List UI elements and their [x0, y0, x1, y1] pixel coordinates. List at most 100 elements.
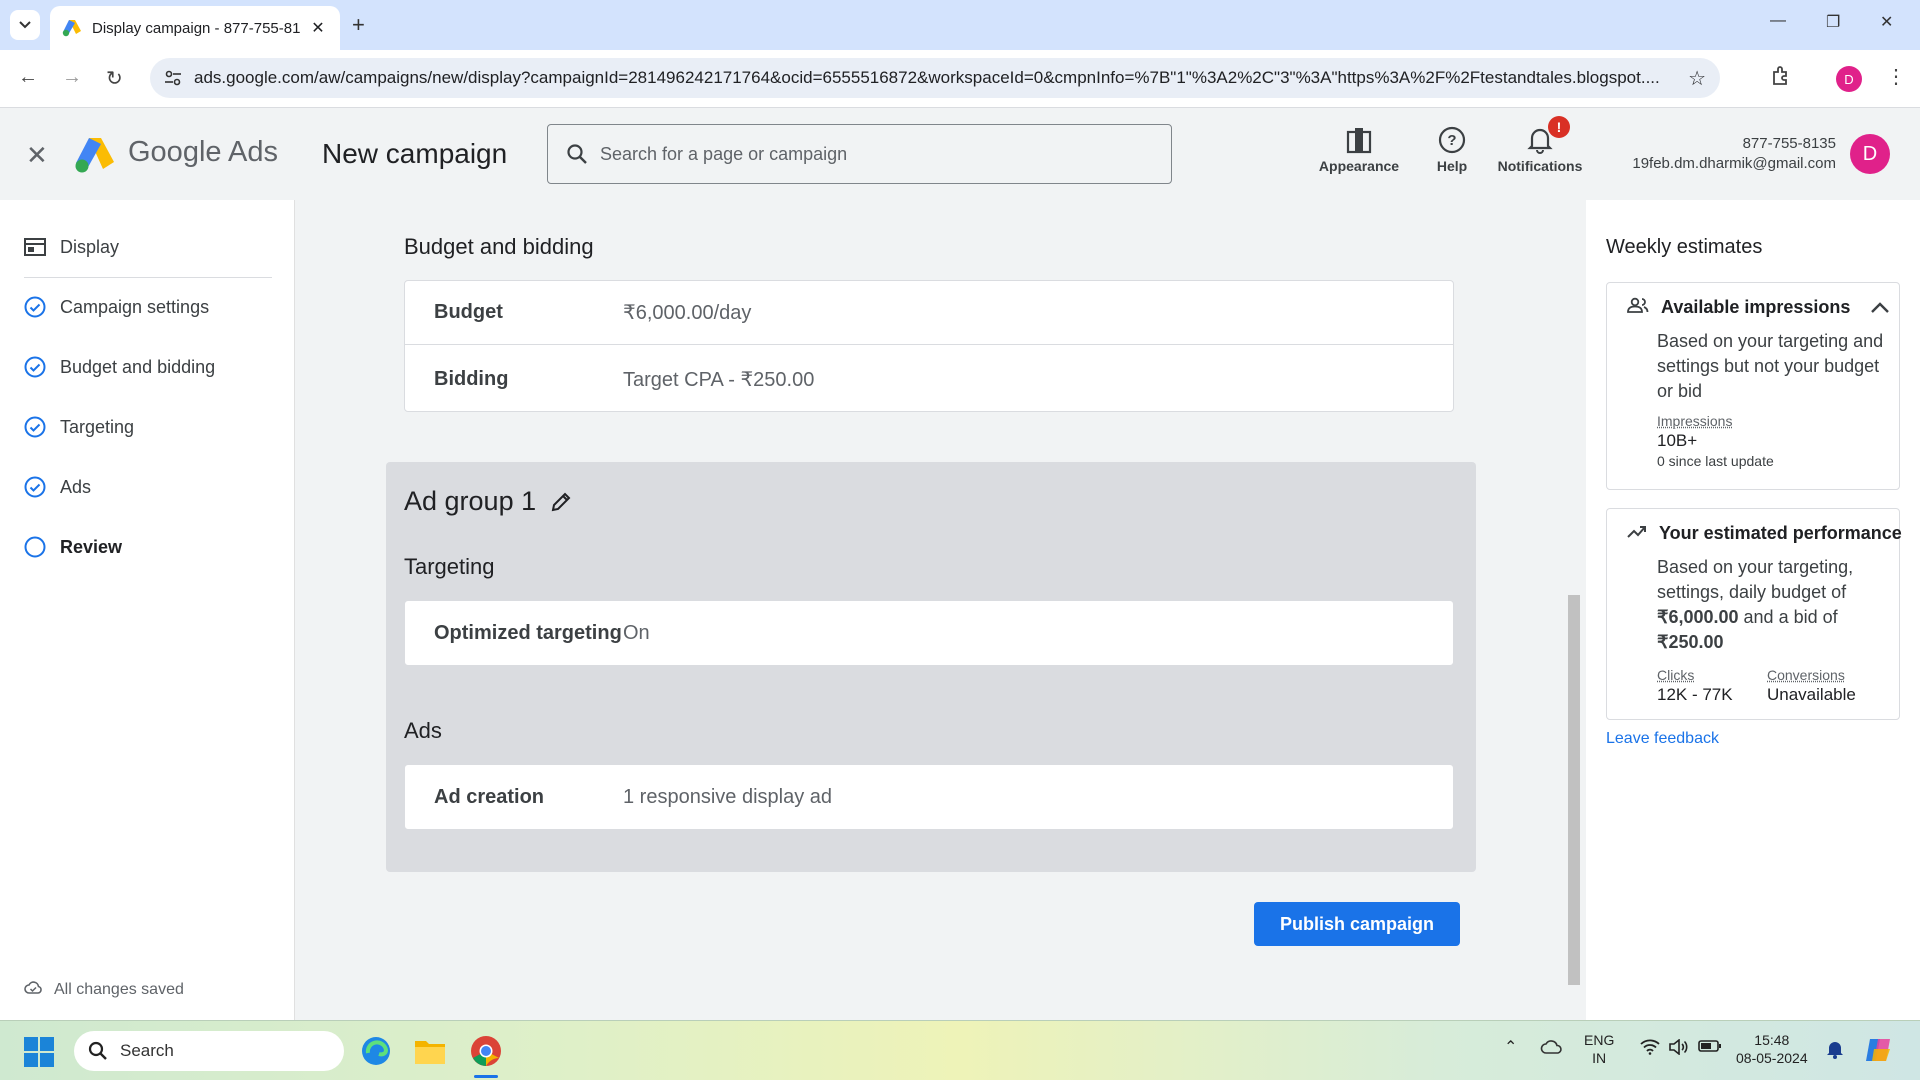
leave-feedback-link[interactable]: Leave feedback — [1606, 730, 1719, 748]
browser-tab[interactable]: Display campaign - 877-755-81 ✕ — [50, 6, 340, 50]
estimates-title: Weekly estimates — [1606, 236, 1763, 258]
onedrive-cloud-icon[interactable] — [1540, 1039, 1564, 1059]
search-input[interactable]: Search for a page or campaign — [547, 124, 1172, 184]
search-icon — [88, 1041, 107, 1060]
sidebar-item-ads[interactable]: Ads — [24, 476, 91, 498]
wifi-icon[interactable] — [1640, 1039, 1660, 1059]
window-close-button[interactable]: ✕ — [1880, 12, 1893, 32]
omnibox[interactable]: ads.google.com/aw/campaigns/new/display?… — [150, 58, 1720, 98]
active-app-indicator — [474, 1075, 498, 1078]
optimized-targeting-value: On — [623, 621, 650, 644]
sidebar-item-label: Budget and bidding — [60, 356, 216, 377]
trending-up-icon — [1627, 526, 1646, 538]
performance-desc-1: Based on your targeting, settings, daily… — [1657, 557, 1854, 602]
clock-date: 08-05-2024 — [1736, 1050, 1808, 1066]
sidebar-item-label: Ads — [60, 476, 92, 497]
chevron-up-icon[interactable] — [1870, 301, 1890, 314]
extensions-icon[interactable] — [1770, 64, 1794, 93]
publish-campaign-button[interactable]: Publish campaign — [1254, 902, 1460, 946]
tab-close-icon[interactable]: ✕ — [308, 18, 328, 38]
scrollbar-thumb[interactable] — [1568, 595, 1580, 985]
new-tab-button[interactable]: + — [352, 12, 365, 38]
url-text: ads.google.com/aw/campaigns/new/display?… — [194, 68, 1660, 87]
notifications-button[interactable]: ! Notifications — [1492, 116, 1588, 174]
taskbar-search-input[interactable]: Search — [74, 1031, 344, 1071]
main-review-panel: Budget and bidding Budget ₹6,000.00/day … — [296, 200, 1586, 1020]
appearance-label: Appearance — [1318, 158, 1400, 174]
impressions-header[interactable]: Available impressions — [1627, 297, 1890, 318]
edge-browser-icon[interactable] — [358, 1033, 394, 1069]
weekly-estimates-panel: Weekly estimates Available impressions B… — [1586, 200, 1920, 1020]
account-info[interactable]: 877-755-8135 19feb.dm.dharmik@gmail.com — [1610, 134, 1836, 174]
empty-circle-icon — [24, 536, 46, 558]
forward-button[interactable]: → — [62, 66, 82, 89]
svg-text:?: ? — [1447, 132, 1456, 149]
sidebar-item-campaign-settings[interactable]: Campaign settings — [24, 296, 209, 318]
bookmark-star-icon[interactable]: ☆ — [1688, 66, 1706, 91]
clicks-label[interactable]: Clicks — [1657, 665, 1733, 685]
optimized-targeting-row[interactable]: Optimized targeting On — [405, 601, 1453, 665]
tab-list-button[interactable] — [10, 10, 40, 40]
help-button[interactable]: ? Help — [1424, 122, 1480, 174]
save-status: All changes saved — [24, 980, 184, 999]
account-email: 19feb.dm.dharmik@gmail.com — [1632, 155, 1836, 172]
taskbar-search-placeholder: Search — [120, 1041, 174, 1060]
estimated-performance-card: Your estimated performance Based on your… — [1606, 508, 1902, 720]
search-placeholder: Search for a page or campaign — [600, 143, 848, 164]
budget-row[interactable]: Budget ₹6,000.00/day — [405, 281, 1453, 345]
language-indicator[interactable]: ENG IN — [1584, 1031, 1614, 1067]
available-impressions-card: Available impressions Based on your targ… — [1606, 282, 1900, 490]
brand-name: Google Ads — [128, 136, 278, 168]
save-status-label: All changes saved — [54, 980, 184, 998]
ad-group-header: Ad group 1 — [404, 486, 572, 517]
ads-card: Ad creation 1 responsive display ad — [404, 764, 1454, 830]
back-button[interactable]: ← — [18, 66, 38, 89]
sidebar-item-review[interactable]: Review — [24, 536, 122, 558]
performance-bid: ₹250.00 — [1657, 632, 1724, 652]
minimize-button[interactable]: — — [1770, 12, 1786, 30]
windows-taskbar: Search ⌃ ENG IN 15:48 08-05-2024 — [0, 1020, 1920, 1080]
conversions-value: Unavailable — [1767, 685, 1856, 704]
avatar[interactable]: D — [1850, 134, 1890, 174]
reload-button[interactable]: ↻ — [106, 66, 123, 91]
edit-pencil-icon[interactable] — [550, 491, 572, 513]
notifications-label: Notifications — [1497, 158, 1583, 174]
impressions-heading: Available impressions — [1661, 297, 1851, 317]
profile-avatar-small[interactable]: D — [1836, 66, 1862, 92]
battery-icon[interactable] — [1698, 1039, 1722, 1057]
sidebar-item-display[interactable]: Display — [24, 236, 119, 258]
campaign-steps-sidebar: Display Campaign settings Budget and bid… — [0, 200, 295, 1020]
sidebar-item-label: Targeting — [60, 416, 135, 437]
clicks-metric: Clicks 12K - 77K — [1657, 665, 1733, 705]
check-circle-icon — [24, 416, 46, 438]
targeting-card: Optimized targeting On — [404, 600, 1454, 666]
sidebar-item-label: Review — [60, 536, 123, 557]
sidebar-item-budget-and-bidding[interactable]: Budget and bidding — [24, 356, 215, 378]
impressions-value: 10B+ — [1657, 431, 1698, 450]
site-settings-icon[interactable] — [164, 70, 182, 86]
conversions-label[interactable]: Conversions — [1767, 665, 1856, 685]
copilot-icon[interactable] — [1864, 1035, 1894, 1069]
ad-creation-value: 1 responsive display ad — [623, 785, 833, 808]
clock[interactable]: 15:48 08-05-2024 — [1736, 1031, 1808, 1067]
windows-start-icon[interactable] — [24, 1037, 54, 1072]
file-explorer-icon[interactable] — [412, 1033, 448, 1069]
browser-menu-icon[interactable]: ⋮ — [1886, 64, 1906, 89]
sidebar-item-targeting[interactable]: Targeting — [24, 416, 134, 438]
bidding-row[interactable]: Bidding Target CPA - ₹250.00 — [405, 347, 1453, 411]
budget-section-title: Budget and bidding — [404, 234, 594, 259]
chevron-down-icon — [19, 21, 31, 29]
restore-button[interactable]: ❐ — [1826, 12, 1840, 32]
tray-overflow-chevron-icon[interactable]: ⌃ — [1504, 1039, 1517, 1057]
check-circle-icon — [24, 356, 46, 378]
ad-creation-row[interactable]: Ad creation 1 responsive display ad — [405, 765, 1453, 829]
conversions-metric: Conversions Unavailable — [1767, 665, 1856, 705]
impressions-note: 0 since last update — [1657, 453, 1774, 469]
impressions-label[interactable]: Impressions — [1657, 411, 1887, 431]
close-campaign-icon[interactable]: ✕ — [26, 140, 48, 171]
volume-icon[interactable] — [1668, 1038, 1690, 1059]
notification-bell-icon[interactable] — [1826, 1039, 1844, 1063]
check-circle-icon — [24, 476, 46, 498]
chrome-icon[interactable] — [468, 1033, 504, 1069]
appearance-button[interactable]: Appearance — [1316, 122, 1402, 174]
